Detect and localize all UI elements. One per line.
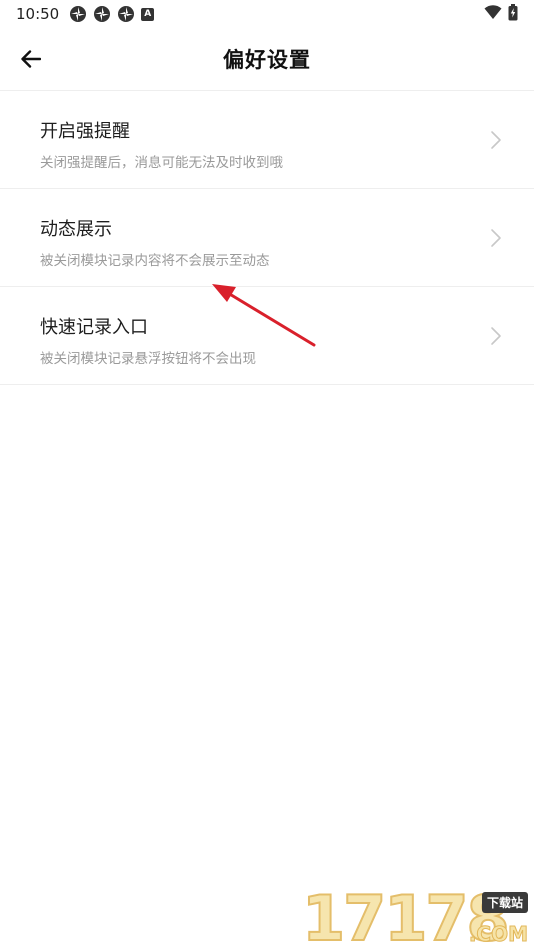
settings-list: 开启强提醒 关闭强提醒后，消息可能无法及时收到哦 动态展示 被关闭模块记录内容将… — [0, 90, 534, 385]
screen: 10:50 A 偏好设置 开启强提醒 关闭强提醒后，消息可能无法及时收到哦 动态… — [0, 0, 534, 950]
header: 偏好设置 — [0, 28, 534, 90]
status-time: 10:50 — [16, 5, 60, 23]
watermark-badge: 下载站 — [481, 892, 528, 913]
chevron-right-icon — [491, 229, 501, 247]
status-icons-left: A — [69, 5, 155, 23]
settings-item-strong-reminder[interactable]: 开启强提醒 关闭强提醒后，消息可能无法及时收到哦 — [0, 91, 534, 189]
watermark-logo: 17178 下载站 .COM — [301, 882, 529, 950]
status-bar: 10:50 A — [0, 0, 534, 28]
a-badge-icon: A — [141, 7, 155, 21]
page-title: 偏好设置 — [223, 48, 311, 72]
flower-icon — [117, 5, 135, 23]
item-title: 快速记录入口 — [40, 317, 148, 338]
chevron-right-icon — [491, 131, 501, 149]
status-icons-right — [484, 3, 518, 25]
item-description: 被关闭模块记录内容将不会展示至动态 — [40, 253, 270, 269]
wifi-icon — [484, 4, 502, 24]
flower-icon — [69, 5, 87, 23]
watermark-digits: 17178 — [301, 882, 511, 950]
item-description: 关闭强提醒后，消息可能无法及时收到哦 — [40, 155, 283, 171]
item-title: 开启强提醒 — [40, 121, 130, 142]
item-title: 动态展示 — [40, 219, 112, 240]
a-badge-letter: A — [144, 9, 152, 19]
item-description: 被关闭模块记录悬浮按钮将不会出现 — [40, 351, 256, 367]
settings-item-dynamic-display[interactable]: 动态展示 被关闭模块记录内容将不会展示至动态 — [0, 189, 534, 287]
battery-icon — [508, 3, 518, 25]
watermark-suffix: .COM — [468, 922, 528, 947]
arrow-left-icon — [21, 50, 41, 68]
back-button[interactable] — [14, 42, 48, 76]
flower-icon — [93, 5, 111, 23]
chevron-right-icon — [491, 327, 501, 345]
settings-item-quick-record-entry[interactable]: 快速记录入口 被关闭模块记录悬浮按钮将不会出现 — [0, 287, 534, 385]
